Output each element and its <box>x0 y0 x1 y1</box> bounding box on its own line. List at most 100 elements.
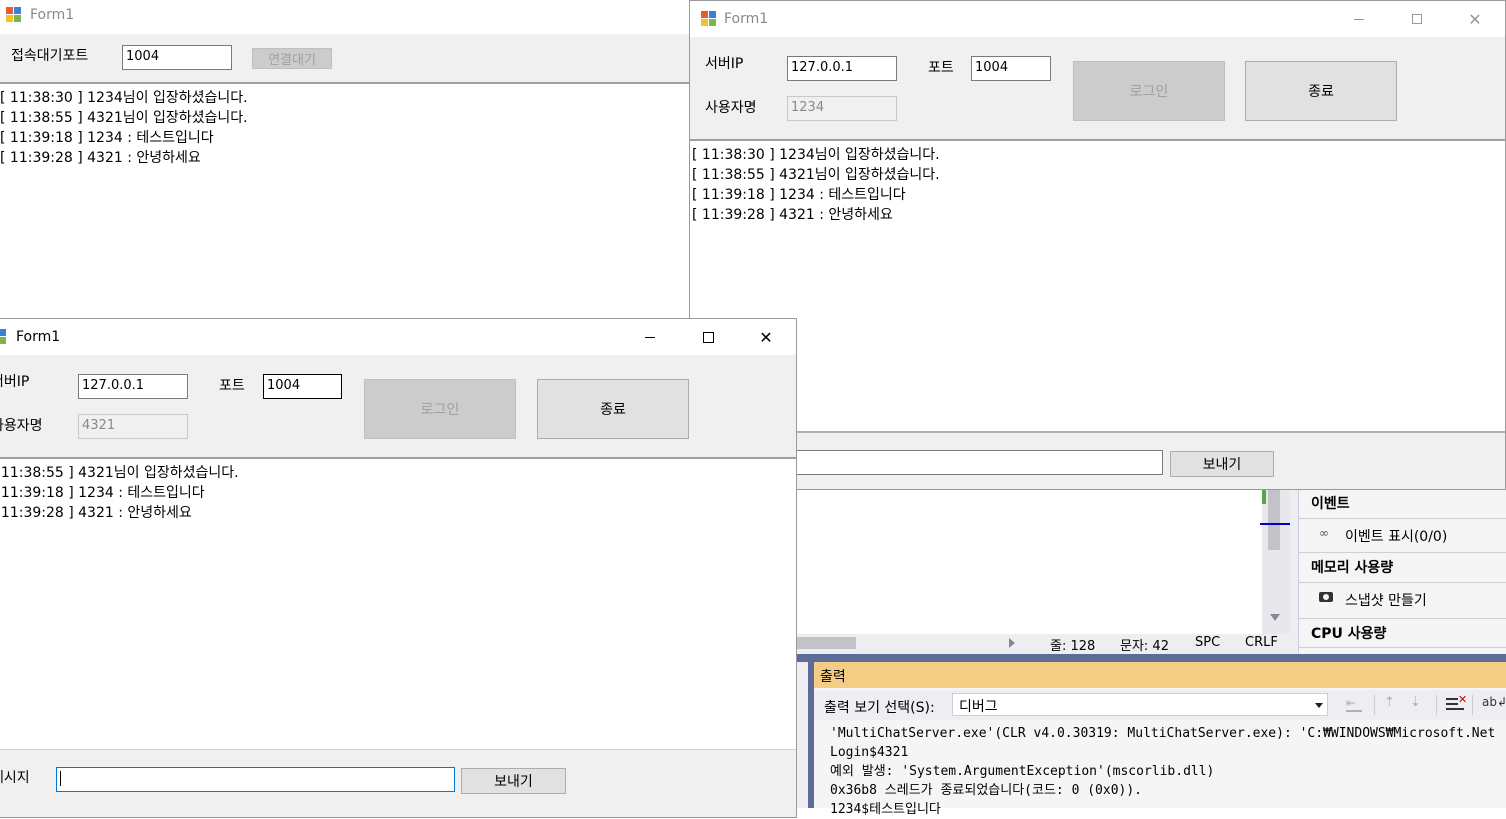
text-caret <box>60 771 61 786</box>
server-form-area <box>0 34 690 82</box>
next-message-icon[interactable]: ⇣ <box>1410 695 1421 710</box>
vs-editor-area <box>796 488 1262 634</box>
close-button[interactable]: ✕ <box>1446 1 1504 37</box>
minimize-icon <box>1354 18 1364 20</box>
server-ip-field[interactable]: 127.0.0.1 <box>787 56 897 81</box>
message-label: 메시지 <box>0 770 30 786</box>
scroll-right-arrow-icon[interactable] <box>1009 638 1015 648</box>
close-icon: ✕ <box>1468 9 1482 29</box>
divider <box>1299 647 1506 648</box>
server-ip-label: 서버IP <box>705 56 744 72</box>
minimize-button[interactable] <box>621 319 679 355</box>
server-ip-field[interactable]: 127.0.0.1 <box>78 374 188 399</box>
output-line: 1234$테스트입니다 <box>830 802 941 817</box>
client2-title-bar: Form1 ✕ <box>0 319 796 355</box>
listen-port-label: 접속대기포트 <box>11 48 89 64</box>
line-indicator: 줄: 128 <box>1050 639 1096 654</box>
output-line: 예외 발생: 'System.ArgumentException'(mscorl… <box>830 764 1215 779</box>
chevron-down-icon <box>1315 703 1323 708</box>
divider <box>1299 582 1506 583</box>
output-source-dropdown[interactable]: 디버그 <box>952 693 1328 716</box>
client1-title-bar: Form1 ✕ <box>690 1 1505 37</box>
show-events-item[interactable]: ∞ 이벤트 표시(0/0) <box>1299 521 1506 551</box>
login-button[interactable]: 로그인 <box>364 379 516 439</box>
window-title: Form1 <box>724 11 769 27</box>
editor-status-strip: 줄: 128 문자: 42 SPC CRLF <box>796 634 1298 654</box>
port-label: 포트 <box>928 60 954 76</box>
log-line: [ 11:38:55 ] 4321님이 입장하셨습니다. <box>692 167 940 183</box>
divider <box>1299 518 1506 519</box>
client2-window: Form1 ✕ 서버IP 127.0.0.1 포트 1004 사용자명 4321… <box>0 318 797 818</box>
maximize-button[interactable] <box>679 319 737 355</box>
take-snapshot-item[interactable]: 스냅샷 만들기 <box>1299 585 1506 615</box>
word-wrap-icon[interactable]: ab↲ <box>1482 695 1506 709</box>
message-field[interactable] <box>56 767 455 792</box>
listen-button[interactable]: 연결대기 <box>252 48 332 69</box>
server-ip-label: 서버IP <box>0 374 30 390</box>
link-icon: ∞ <box>1319 526 1329 540</box>
toolbar-separator <box>1374 695 1375 715</box>
exit-button[interactable]: 종료 <box>537 379 689 439</box>
output-line: 0x36b8 스레드가 종료되었습니다(코드: 0 (0x0)). <box>830 783 1143 798</box>
previous-message-icon[interactable]: ⇡ <box>1384 695 1395 710</box>
output-line: 'MultiChatServer.exe'(CLR v4.0.30319: Mu… <box>830 726 1496 741</box>
scrollbar-thumb[interactable] <box>1268 488 1280 550</box>
log-line: [ 11:39:18 ] 1234 : 테스트입니다 <box>0 485 205 501</box>
take-snapshot-label: 스냅샷 만들기 <box>1345 593 1427 609</box>
username-label: 사용자명 <box>705 100 757 116</box>
log-line: [ 11:39:18 ] 1234 : 테스트입니다 <box>692 187 906 203</box>
send-button[interactable]: 보내기 <box>1170 451 1274 477</box>
port-label: 포트 <box>219 378 245 394</box>
server-window: Form1 접속대기포트 1004 연결대기 [ 11:38:30 ] 1234… <box>0 0 690 320</box>
output-text: 'MultiChatServer.exe'(CLR v4.0.30319: Mu… <box>830 724 1506 819</box>
window-title: Form1 <box>30 7 75 23</box>
username-field[interactable]: 4321 <box>78 414 188 439</box>
minimize-button[interactable] <box>1330 1 1388 37</box>
clear-all-icon[interactable]: ✕ <box>1446 693 1467 713</box>
char-indicator: 문자: 42 <box>1120 639 1169 654</box>
close-button[interactable]: ✕ <box>737 319 795 355</box>
port-field[interactable]: 1004 <box>263 374 342 399</box>
output-toolbar: 출력 보기 선택(S): 디버그 ⇤ ⇡ ⇣ ✕ ab↲ <box>814 690 1506 720</box>
maximize-icon <box>702 331 714 343</box>
diagnostic-tools-pane: 이벤트 ∞ 이벤트 표시(0/0) 메모리 사용량 스냅샷 만들기 CPU 사용… <box>1298 488 1506 654</box>
port-field[interactable]: 1004 <box>971 56 1051 81</box>
close-icon: ✕ <box>759 327 773 347</box>
crlf-indicator: CRLF <box>1245 635 1278 650</box>
output-source-value: 디버그 <box>959 699 998 715</box>
login-button[interactable]: 로그인 <box>1073 61 1225 121</box>
listen-port-field[interactable]: 1004 <box>122 45 232 70</box>
log-line: [ 11:38:55 ] 4321님이 입장하셨습니다. <box>0 465 239 481</box>
chat-log: [ 11:38:30 ] 1234님이 입장하셨습니다. [ 11:38:55 … <box>690 139 1505 431</box>
form-icon <box>0 329 7 345</box>
send-button[interactable]: 보내기 <box>461 768 566 794</box>
log-line: [ 11:39:28 ] 4321 : 안녕하세요 <box>0 150 201 166</box>
log-bottom-divider <box>0 749 796 750</box>
log-line: [ 11:38:30 ] 1234님이 입장하셨습니다. <box>0 90 248 106</box>
events-header: 이벤트 <box>1311 496 1350 512</box>
horizontal-scrollbar-thumb[interactable] <box>796 637 856 649</box>
log-line: [ 11:39:28 ] 4321 : 안녕하세요 <box>0 505 192 521</box>
change-marker <box>1262 488 1266 504</box>
toolbar-separator <box>1472 695 1473 715</box>
scroll-down-arrow-icon[interactable] <box>1270 614 1280 621</box>
find-source-icon[interactable]: ⇤ <box>1346 696 1362 712</box>
form-icon <box>701 11 717 27</box>
exit-button[interactable]: 종료 <box>1245 61 1397 121</box>
username-label: 사용자명 <box>0 418 43 434</box>
divider <box>1299 552 1506 553</box>
output-source-label: 출력 보기 선택(S): <box>824 700 935 716</box>
memory-usage-header: 메모리 사용량 <box>1311 560 1394 576</box>
log-divider <box>690 431 1505 433</box>
output-title: 출력 <box>820 669 846 685</box>
server-title-bar: Form1 <box>0 0 690 34</box>
username-field[interactable]: 1234 <box>787 96 897 121</box>
log-line: [ 11:38:30 ] 1234님이 입장하셨습니다. <box>692 147 940 163</box>
output-line: Login$4321 <box>830 745 909 760</box>
divider <box>1299 618 1506 619</box>
maximize-button[interactable] <box>1388 1 1446 37</box>
vs-vertical-scrollbar[interactable] <box>1260 488 1290 634</box>
output-title-bar: 출력 <box>814 662 1506 688</box>
camera-icon <box>1319 592 1333 602</box>
client1-window: Form1 ✕ 서버IP 127.0.0.1 포트 1004 사용자명 1234… <box>689 0 1506 490</box>
